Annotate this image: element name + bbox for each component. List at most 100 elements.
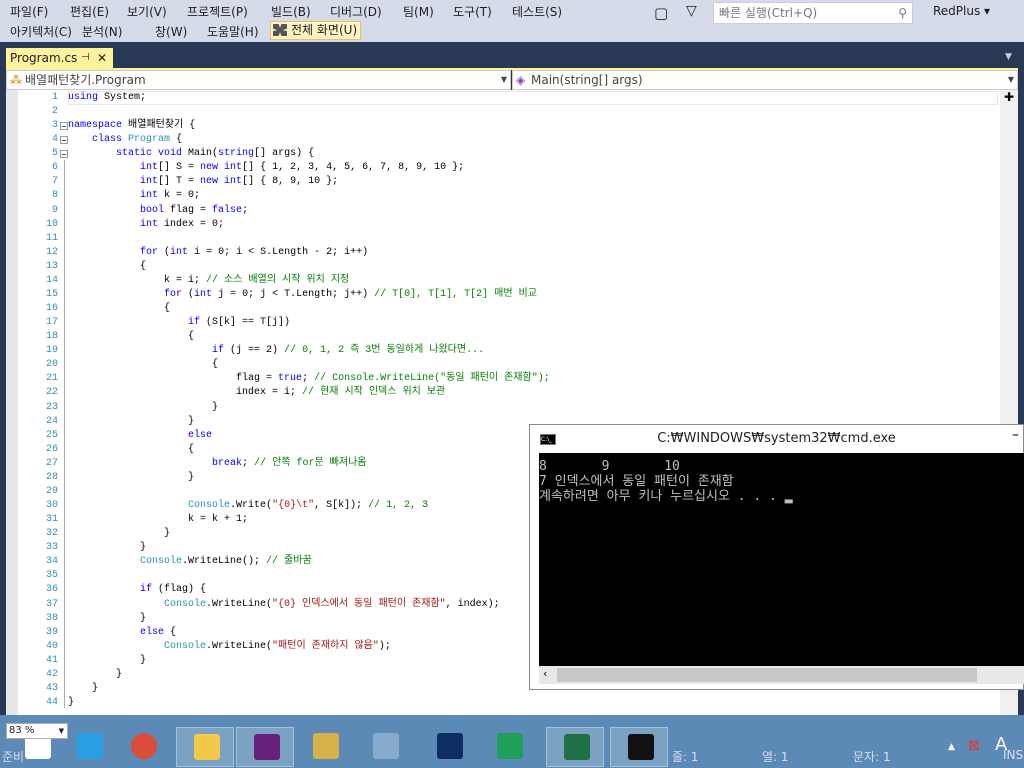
code-line[interactable]: } [68,415,194,429]
code-line[interactable]: for (int j = 0; j < T.Length; j++) // T[… [68,288,537,302]
pin-icon[interactable]: ⊣ [81,48,90,68]
code-line[interactable]: } [68,682,98,696]
line-number: 19 [45,345,58,357]
fold-toggle[interactable] [60,122,68,131]
menu-item[interactable]: 프로젝트(P) [187,3,248,20]
code-line[interactable]: if (j == 2) // 0, 1, 2 즉 3번 동일하게 나왔다면... [68,344,484,358]
menu-item[interactable]: 테스트(S) [512,3,562,20]
cmd-window[interactable]: C:₩WINDOWS₩system32₩cmd.exe C:\_ – 8 9 1… [529,424,1024,690]
feedback-icon[interactable]: ▢ [654,4,668,22]
visual-studio-green-icon[interactable] [480,727,538,767]
code-line[interactable]: { [68,260,146,274]
code-token: static void [116,148,183,160]
visual-studio-icon[interactable] [236,727,294,767]
menu-item[interactable]: 보기(V) [127,3,167,20]
filter-icon[interactable]: ▽ [686,3,697,19]
code-line[interactable]: break; // 안쪽 for문 빠져나옴 [68,457,366,471]
chrome-icon[interactable] [114,727,172,767]
tab-program-cs[interactable]: Program.cs ⊣ ✕ [6,48,113,68]
member-dropdown[interactable]: ◈ Main(string[] args) ▼ [512,70,1018,90]
ime-icon[interactable]: A [995,734,1007,755]
split-icon[interactable]: ✚ [1000,90,1018,104]
code-line[interactable]: Console.WriteLine("{0} 인덱스에서 동일 패턴이 존재함"… [68,598,500,612]
line-number: 14 [45,274,58,286]
menu-bar: 파일(F) 편집(E) 보기(V) 프로젝트(P) 빌드(B) 디버그(D) 팀(M) 도구(… [0,0,1024,42]
code-line[interactable]: else [68,429,212,443]
code-token: ; [242,457,255,469]
fold-toggle[interactable] [60,136,68,145]
code-line[interactable]: else { [68,626,176,640]
code-line[interactable]: } [68,527,170,541]
code-line[interactable]: static void Main(string[] args) { [68,147,314,161]
visual-studio-code-icon[interactable] [420,727,478,767]
type-dropdown[interactable]: ⁂ 배열패턴찾기.Program ▼ [6,70,511,90]
code-line[interactable]: } [68,668,122,682]
close-icon[interactable]: ✕ [97,48,107,68]
code-line[interactable]: Console.Write("{0}\t", S[k]); // 1, 2, 3 [68,499,428,513]
code-line[interactable]: index = i; // 현재 시작 인덱스 위치 보관 [68,386,445,400]
code-token: if [212,345,225,357]
tray-expand-icon[interactable]: ▲ [948,742,955,752]
code-line[interactable]: Console.WriteLine(); // 줄바꿈 [68,555,312,569]
menu-item[interactable]: 편집(E) [70,3,109,20]
code-line[interactable]: { [68,358,218,372]
quick-launch-input[interactable]: 빠른 실행(Ctrl+Q) ⚲ [713,2,913,24]
network-icon[interactable]: ⊠ [968,738,980,754]
code-line[interactable]: using System; [68,91,146,105]
code-line[interactable]: int index = 0; [68,218,224,232]
code-token: .WriteLine( [206,598,273,610]
code-line[interactable]: flag = true; // Console.WriteLine("동일 패턴… [68,372,550,386]
excel-icon[interactable] [546,727,604,767]
tools-icon[interactable] [296,727,354,767]
minimize-button[interactable]: – [1012,427,1019,443]
code-line[interactable]: } [68,612,146,626]
code-line[interactable]: { [68,330,194,344]
zoom-dropdown[interactable]: 83 % ▼ [6,723,68,739]
menu-item[interactable]: 도움말(H) [207,23,259,40]
code-line[interactable]: int k = 0; [68,189,200,203]
menu-item[interactable]: 분석(N) [82,23,122,40]
notepad-icon[interactable] [356,727,414,767]
menu-fullscreen[interactable]: 전체 화면(U) [270,21,362,40]
file-explorer-icon[interactable] [176,727,234,767]
code-line[interactable]: } [68,696,74,710]
code-line[interactable]: int[] S = new int[] { 1, 2, 3, 4, 5, 6, … [68,161,464,175]
menu-item[interactable]: 파일(F) [10,3,48,20]
menu-item[interactable]: 아키텍처(C) [10,23,72,40]
code-line[interactable]: Console.WriteLine("패턴이 존재하지 않음"); [68,640,391,654]
code-line[interactable]: if (S[k] == T[j]) [68,316,290,330]
cmd-icon: C:\_ [540,434,556,445]
code-line[interactable]: namespace 배열패턴찾기 { [68,119,195,133]
code-token: break [212,457,243,469]
code-line[interactable]: } [68,541,146,555]
user-menu[interactable]: RedPlus ▾ [933,4,990,18]
fold-toggle[interactable] [60,150,68,159]
code-line[interactable]: if (flag) { [68,583,206,597]
menu-item[interactable]: 창(W) [155,23,187,40]
menu-item[interactable]: 도구(T) [453,3,492,20]
code-line[interactable]: int[] T = new int[] { 8, 9, 10 }; [68,175,338,189]
code-line[interactable]: k = k + 1; [68,513,248,527]
code-line[interactable]: { [68,443,194,457]
code-line[interactable]: } [68,401,218,415]
internet-explorer-icon[interactable] [60,727,118,767]
code-line[interactable]: bool flag = false; [68,204,248,218]
code-token: k = i; [68,274,207,286]
code-token: index = 0; [158,218,225,230]
menu-item[interactable]: 빌드(B) [271,3,311,20]
code-line[interactable]: class Program { [68,133,182,147]
tab-overflow-icon[interactable]: ▼ [1005,52,1012,62]
code-token: "{0} 인덱스에서 동일 패턴이 존재함" [272,598,446,610]
cmd-icon[interactable] [610,727,668,767]
code-line[interactable]: } [68,471,194,485]
horizontal-scrollbar[interactable]: ‹ [539,666,1024,684]
menu-item[interactable]: 디버그(D) [330,3,382,20]
code-line[interactable]: for (int i = 0; i < S.Length - 2; i++) [68,246,368,260]
code-line[interactable]: } [68,654,146,668]
code-line[interactable]: k = i; // 소스 배열의 시작 위치 지정 [68,274,349,288]
code-line[interactable]: { [68,302,170,316]
menu-item[interactable]: 팀(M) [403,3,434,20]
